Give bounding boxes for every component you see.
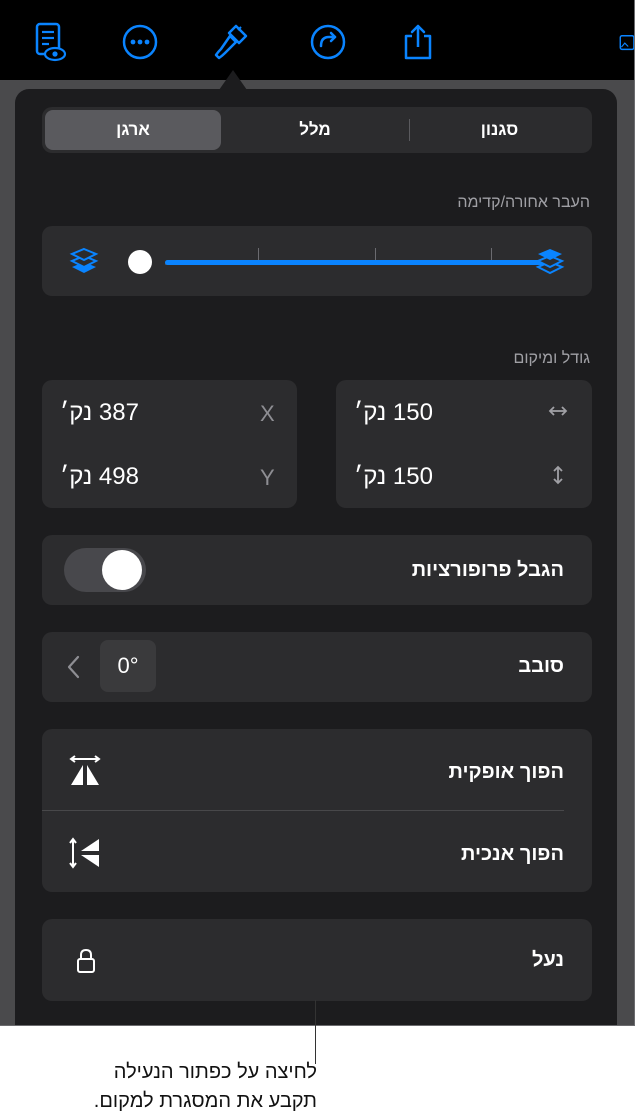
app-screen: ארגן מלל סגנון העבר אחורה/קדימה גודל ומי…: [0, 0, 635, 1026]
size-position-section-label: גודל ומיקום: [513, 350, 590, 367]
constrain-proportions-row: הגבל פרופורציות: [42, 535, 592, 605]
lock-row[interactable]: נעל: [42, 919, 592, 1001]
width-value[interactable]: 150 נק׳: [354, 399, 433, 427]
more-icon[interactable]: [118, 20, 162, 64]
backfront-section-label: העבר אחורה/קדימה: [457, 194, 590, 211]
callout-line: [315, 1000, 316, 1064]
caption-line-1: לחיצה על כפתור הנעילה: [113, 1061, 317, 1083]
flip-vertical-icon: [68, 836, 102, 875]
caption-line-2: תקבע את המסגרת למקום.: [93, 1090, 317, 1112]
toggle-knob: [102, 550, 142, 590]
backfront-card: [42, 226, 592, 296]
rotate-row[interactable]: 0° סובב: [42, 632, 592, 702]
slider-tick: [375, 248, 376, 260]
share-icon[interactable]: [396, 20, 440, 64]
y-axis-label: Y: [260, 465, 275, 490]
lock-icon: [75, 947, 97, 980]
tab-arrange[interactable]: ארגן: [45, 110, 221, 150]
reader-view-icon[interactable]: [28, 20, 72, 64]
flip-horizontal-label: הפוך אופקית: [448, 761, 564, 783]
constrain-proportions-label: הגבל פרופורציות: [411, 559, 564, 581]
flip-horizontal-row[interactable]: הפוך אופקית: [42, 729, 592, 810]
tab-style[interactable]: סגנון: [410, 110, 589, 150]
flip-card: הפוך אופקית הפוך אנכית: [42, 729, 592, 892]
toolbar: [0, 0, 634, 80]
lock-label: נעל: [531, 949, 564, 971]
rotate-label: סובב: [518, 655, 564, 677]
x-position-value[interactable]: 387 נק׳: [60, 399, 139, 427]
format-popover: ארגן מלל סגנון העבר אחורה/קדימה גודל ומי…: [15, 89, 617, 1025]
size-card: 150 נק׳ 150 נק׳: [336, 380, 592, 508]
chevron-left-icon[interactable]: [66, 654, 82, 685]
position-card: 387 נק׳ X 498 נק׳ Y: [42, 380, 297, 508]
x-axis-label: X: [260, 401, 275, 426]
height-value[interactable]: 150 נק׳: [354, 463, 433, 491]
redo-icon[interactable]: [306, 20, 350, 64]
send-to-back-icon[interactable]: [69, 246, 99, 281]
flip-vertical-label: הפוך אנכית: [461, 843, 564, 865]
slider-tick: [491, 248, 492, 260]
bring-to-front-icon[interactable]: [535, 246, 565, 281]
height-arrows-icon: [546, 463, 570, 492]
width-arrows-icon: [546, 399, 570, 428]
caption: לחיצה על כפתור הנעילה תקבע את המסגרת למק…: [0, 1058, 317, 1116]
flip-horizontal-icon: [68, 755, 102, 792]
format-paintbrush-icon[interactable]: [210, 20, 254, 64]
layer-slider-thumb[interactable]: [128, 250, 152, 274]
slider-tick: [258, 248, 259, 260]
popover-arrow: [219, 70, 247, 90]
flip-vertical-row[interactable]: הפוך אנכית: [42, 811, 592, 892]
y-position-value[interactable]: 498 נק׳: [60, 463, 139, 491]
constrain-proportions-toggle[interactable]: [64, 548, 146, 592]
media-icon[interactable]: [618, 20, 634, 64]
rotate-value[interactable]: 0°: [100, 640, 156, 692]
layer-slider-fill: [165, 260, 545, 265]
tab-selector: ארגן מלל סגנון: [42, 107, 592, 153]
tab-text[interactable]: מלל: [221, 110, 409, 150]
